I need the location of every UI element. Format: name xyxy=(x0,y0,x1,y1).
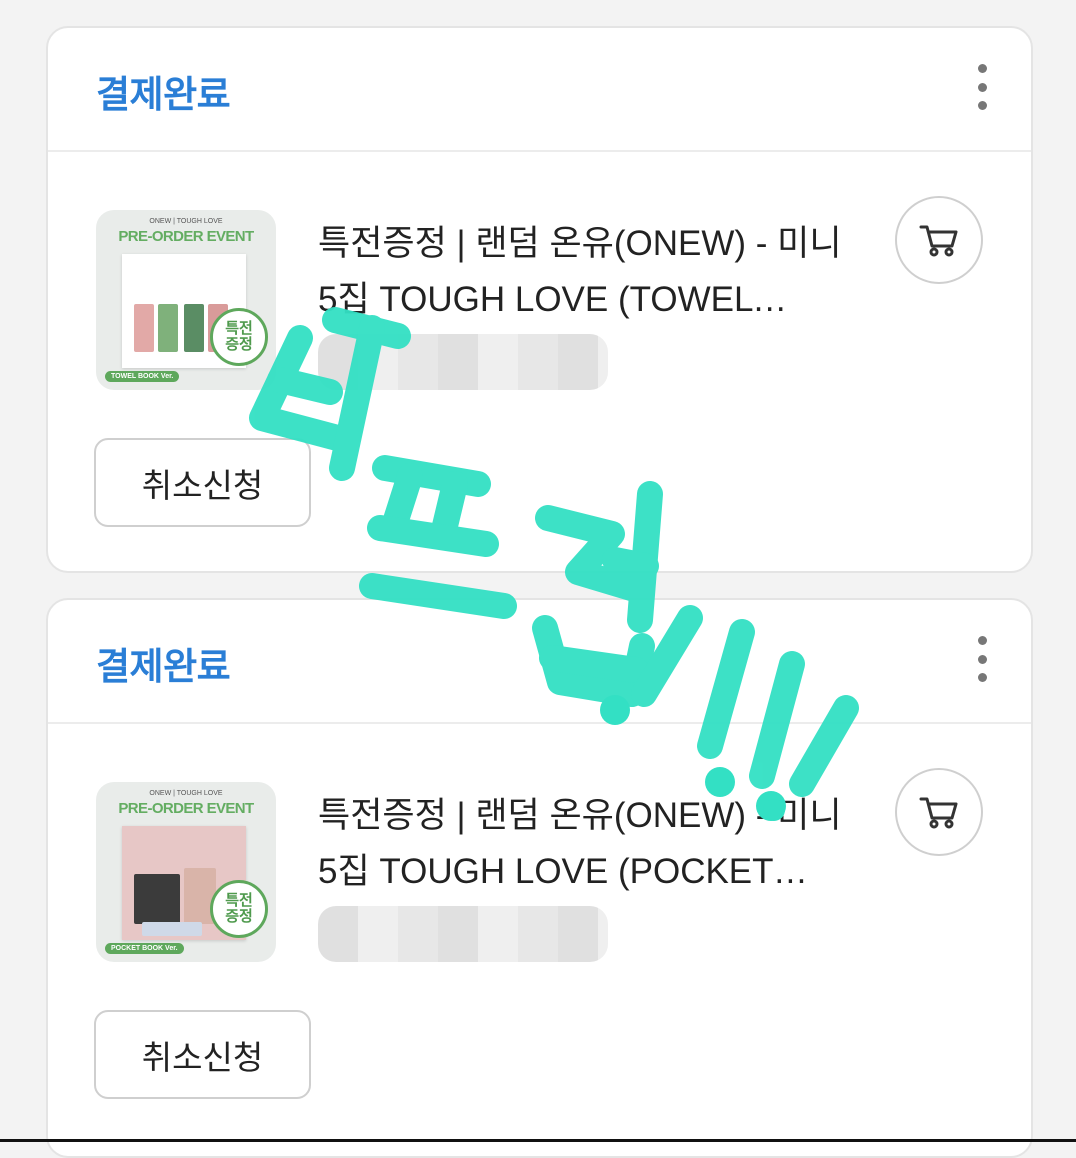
add-to-cart-button[interactable] xyxy=(895,768,983,856)
product-title[interactable]: 특전증정 | 랜덤 온유(ONEW) - 미니5집 TOUGH LOVE (PO… xyxy=(318,788,858,900)
more-vertical-icon xyxy=(977,64,987,73)
preorder-gift-sticker: 특전 증정 xyxy=(210,308,268,366)
redacted-price xyxy=(318,906,608,962)
cancel-request-button[interactable]: 취소신청 xyxy=(94,438,311,527)
thumbnail-brand: ONEW | TOUGH LOVE xyxy=(149,790,223,797)
more-options-button[interactable] xyxy=(967,636,997,682)
order-card: 결제완료 ONEW | TOUGH LOVE PRE-ORDER EVENT 특… xyxy=(46,598,1033,1158)
order-card-header: 결제완료 xyxy=(48,28,1031,152)
order-card: 결제완료 ONEW | TOUGH LOVE PRE-ORDER EVENT 특… xyxy=(46,26,1033,573)
thumbnail-version-badge: POCKET BOOK Ver. xyxy=(105,943,184,954)
cancel-request-button[interactable]: 취소신청 xyxy=(94,1010,311,1099)
more-vertical-icon xyxy=(977,636,987,645)
order-card-header: 결제완료 xyxy=(48,600,1031,724)
product-thumbnail[interactable]: ONEW | TOUGH LOVE PRE-ORDER EVENT 특전 증정 … xyxy=(96,210,276,390)
add-to-cart-button[interactable] xyxy=(895,196,983,284)
thumbnail-version-badge: TOWEL BOOK Ver. xyxy=(105,371,180,382)
more-options-button[interactable] xyxy=(967,64,997,110)
thumbnail-event-title: PRE-ORDER EVENT xyxy=(118,228,254,245)
cart-icon xyxy=(919,797,958,829)
product-title[interactable]: 특전증정 | 랜덤 온유(ONEW) - 미니5집 TOUGH LOVE (TO… xyxy=(318,216,858,328)
cart-icon xyxy=(919,225,958,257)
order-status: 결제완료 xyxy=(96,646,231,687)
thumbnail-brand: ONEW | TOUGH LOVE xyxy=(149,218,223,225)
thumbnail-event-title: PRE-ORDER EVENT xyxy=(118,800,254,817)
product-thumbnail[interactable]: ONEW | TOUGH LOVE PRE-ORDER EVENT 특전 증정 … xyxy=(96,782,276,962)
redacted-price xyxy=(318,334,608,390)
order-status: 결제완료 xyxy=(96,74,231,115)
preorder-gift-sticker: 특전 증정 xyxy=(210,880,268,938)
